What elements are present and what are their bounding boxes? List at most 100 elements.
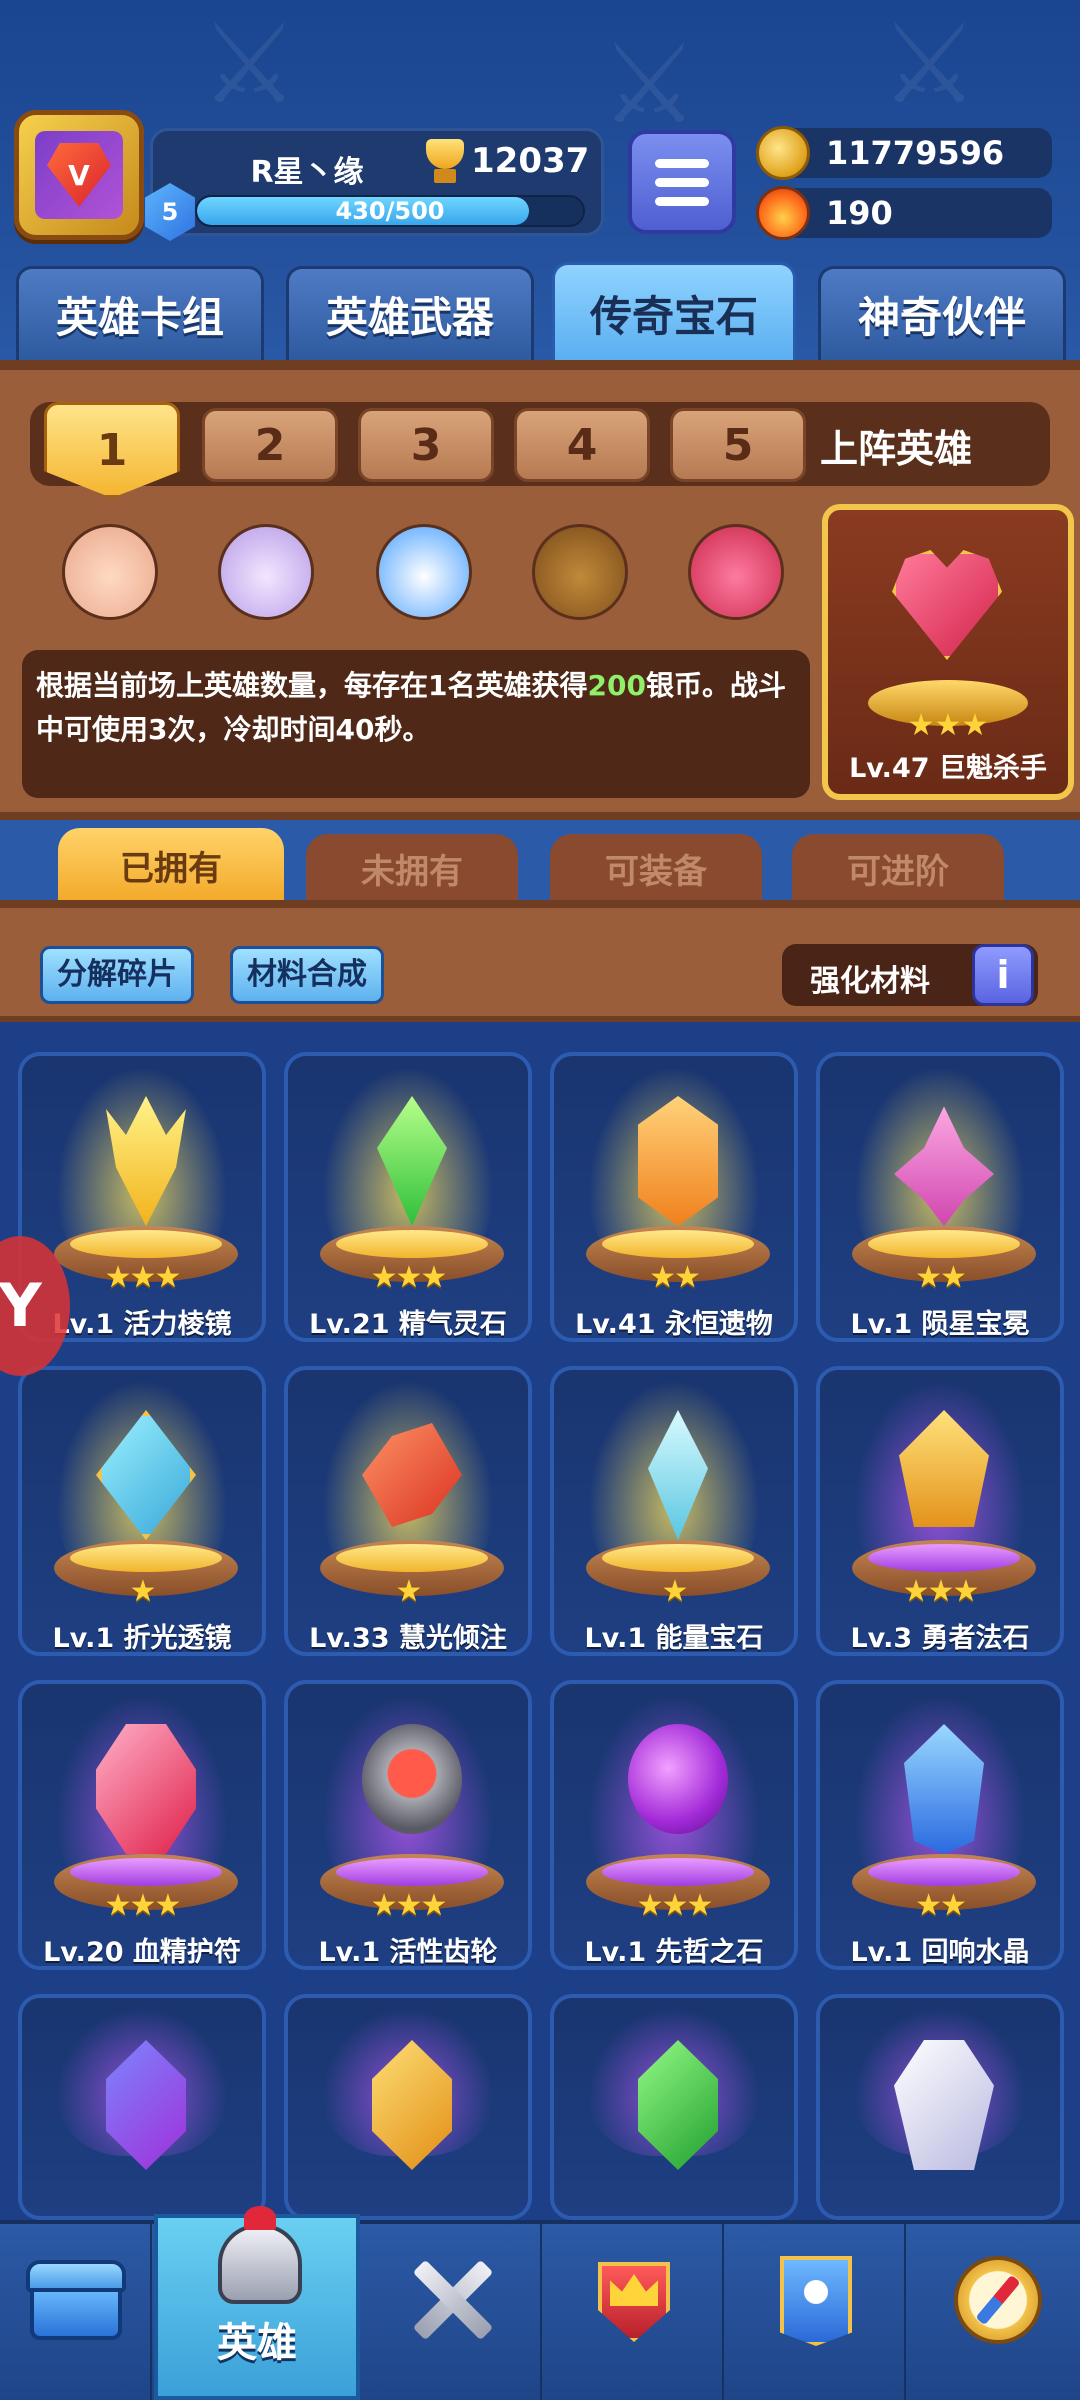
- gem-card[interactable]: ★★★ Lv.1 先哲之石: [550, 1680, 798, 1970]
- hero-portrait-1[interactable]: [62, 524, 158, 620]
- gem-name: Lv.41 永恒遗物: [575, 1309, 773, 1340]
- player-info-panel: R星丶缘 12037 430/500 5: [145, 128, 604, 241]
- gem-name: Lv.1 能量宝石: [584, 1623, 764, 1654]
- gem-name: Lv.1 活性齿轮: [318, 1937, 498, 1968]
- nav-shop[interactable]: [0, 2224, 152, 2400]
- vip-gem-icon: V: [47, 143, 111, 207]
- enhance-materials-label: 强化材料: [810, 964, 930, 999]
- gem-card[interactable]: ★★★ Lv.1 活性齿轮: [284, 1680, 532, 1970]
- gem-card[interactable]: [284, 1994, 532, 2220]
- nav-guild[interactable]: [544, 2224, 724, 2400]
- fire-amount: 190: [826, 194, 893, 232]
- nav-battle[interactable]: [362, 2224, 542, 2400]
- star-rating: ★★: [915, 1260, 967, 1295]
- gem-card[interactable]: [816, 1994, 1064, 2220]
- friends-banner-icon: [766, 2252, 866, 2348]
- lineup-heroes-label: 上阵英雄: [820, 427, 973, 471]
- crown-shield-icon: [584, 2252, 684, 2348]
- background-sword-decoration: ⚔: [600, 20, 699, 148]
- description-highlight-value: 200: [587, 669, 646, 702]
- gem-card[interactable]: ★★ Lv.1 回响水晶: [816, 1680, 1064, 1970]
- gem-name: Lv.20 血精护符: [43, 1937, 241, 1968]
- equipped-gem-name: Lv.47 巨魁杀手: [849, 753, 1047, 784]
- menu-icon: [655, 158, 709, 168]
- gem-card[interactable]: ★★★ Lv.20 血精护符: [18, 1680, 266, 1970]
- lineup-slot-5[interactable]: 5: [670, 408, 806, 482]
- filter-tab-upgradable[interactable]: 可进阶: [792, 834, 1004, 902]
- nav-heroes[interactable]: 英雄: [154, 2206, 360, 2400]
- fire-counter[interactable]: 190: [756, 186, 1052, 240]
- star-rating: ★★★: [370, 1888, 448, 1923]
- crossed-swords-icon: [402, 2252, 502, 2348]
- orb-gem-icon: [628, 1724, 728, 1834]
- gem-description: 根据当前场上英雄数量，每存在1名英雄获得200银币。战斗中可使用3次，冷却时间4…: [22, 650, 810, 798]
- lineup-slot-4[interactable]: 4: [514, 408, 650, 482]
- gem-card[interactable]: ★★ Lv.41 永恒遗物: [550, 1052, 798, 1342]
- gem-card[interactable]: [550, 1994, 798, 2220]
- tab-magic-partners[interactable]: 神奇伙伴: [818, 266, 1066, 360]
- gem-card[interactable]: ★ Lv.33 慧光倾注: [284, 1366, 532, 1656]
- description-text: 根据当前场上英雄数量，每存在1名英雄获得: [36, 669, 588, 702]
- xp-text: 430/500: [335, 197, 445, 225]
- filter-tab-equippable[interactable]: 可装备: [550, 834, 762, 902]
- hero-portrait-5[interactable]: [688, 524, 784, 620]
- heart-gem-icon: [892, 550, 1002, 660]
- gem-name: Lv.33 慧光倾注: [309, 1623, 507, 1654]
- tab-hero-weapons[interactable]: 英雄武器: [286, 266, 534, 360]
- hero-portrait-2[interactable]: [218, 524, 314, 620]
- star-rating: ★★: [649, 1260, 701, 1295]
- nav-heroes-label: 英雄: [217, 2320, 297, 2366]
- coin-amount: 11779596: [826, 134, 1005, 172]
- gem-name: Lv.1 陨星宝冕: [850, 1309, 1030, 1340]
- gem-card[interactable]: ★ Lv.1 能量宝石: [550, 1366, 798, 1656]
- gem-card[interactable]: [18, 1994, 266, 2220]
- gem-name: Lv.1 折光透镜: [52, 1623, 232, 1654]
- fire-icon: [756, 186, 810, 240]
- star-rating: ★★★: [636, 1888, 714, 1923]
- gem-card[interactable]: ★★★ Lv.21 精气灵石: [284, 1052, 532, 1342]
- star-rating: ★: [395, 1574, 423, 1609]
- gem-name: Lv.1 回响水晶: [850, 1937, 1030, 1968]
- filter-tab-not-owned[interactable]: 未拥有: [306, 834, 518, 902]
- menu-button[interactable]: [628, 130, 736, 234]
- material-synthesis-button[interactable]: 材料合成: [230, 946, 384, 1004]
- knight-helmet-icon: [210, 2206, 310, 2310]
- xp-progress-bar: 430/500: [195, 195, 585, 227]
- star-rating: ★★★: [902, 1574, 980, 1609]
- trophy-count: 12037: [471, 141, 590, 181]
- nav-social[interactable]: [726, 2224, 906, 2400]
- compass-icon: [948, 2252, 1048, 2348]
- tab-legendary-gems[interactable]: 传奇宝石: [552, 262, 796, 362]
- gem-card[interactable]: ★★★ Lv.3 勇者法石: [816, 1366, 1064, 1656]
- equipped-gem-card[interactable]: ★★★ Lv.47 巨魁杀手: [822, 504, 1074, 800]
- coin-icon: [756, 126, 810, 180]
- lineup-slot-2[interactable]: 2: [202, 408, 338, 482]
- star-rating: ★★★: [907, 708, 989, 743]
- tab-hero-deck[interactable]: 英雄卡组: [16, 266, 264, 360]
- coin-counter[interactable]: 11779596: [756, 126, 1052, 180]
- gem-card[interactable]: ★ Lv.1 折光透镜: [18, 1366, 266, 1656]
- hero-portrait-3[interactable]: [376, 524, 472, 620]
- nav-explore[interactable]: [908, 2224, 1080, 2400]
- gem-name: Lv.1 先哲之石: [584, 1937, 764, 1968]
- filter-tab-owned[interactable]: 已拥有: [58, 828, 284, 902]
- player-name: R星丶缘: [250, 155, 364, 190]
- player-avatar[interactable]: V: [14, 110, 144, 240]
- star-rating: ★★★: [104, 1888, 182, 1923]
- background-sword-decoration: ⚔: [200, 0, 299, 128]
- gem-card[interactable]: ★★ Lv.1 陨星宝冕: [816, 1052, 1064, 1342]
- gear-gem-icon: [362, 1724, 462, 1834]
- star-rating: ★★: [915, 1888, 967, 1923]
- trophy-icon: [418, 139, 472, 187]
- treasure-chest-icon: [26, 2252, 126, 2348]
- star-rating: ★★★: [370, 1260, 448, 1295]
- gem-name: Lv.21 精气灵石: [309, 1309, 507, 1340]
- star-rating: ★: [661, 1574, 689, 1609]
- lineup-slot-3[interactable]: 3: [358, 408, 494, 482]
- star-rating: ★: [129, 1574, 157, 1609]
- hero-portrait-4[interactable]: [532, 524, 628, 620]
- background-sword-decoration: ⚔: [880, 0, 979, 128]
- decompose-shards-button[interactable]: 分解碎片: [40, 946, 194, 1004]
- gem-name: Lv.3 勇者法石: [850, 1623, 1030, 1654]
- info-button[interactable]: i: [972, 944, 1034, 1006]
